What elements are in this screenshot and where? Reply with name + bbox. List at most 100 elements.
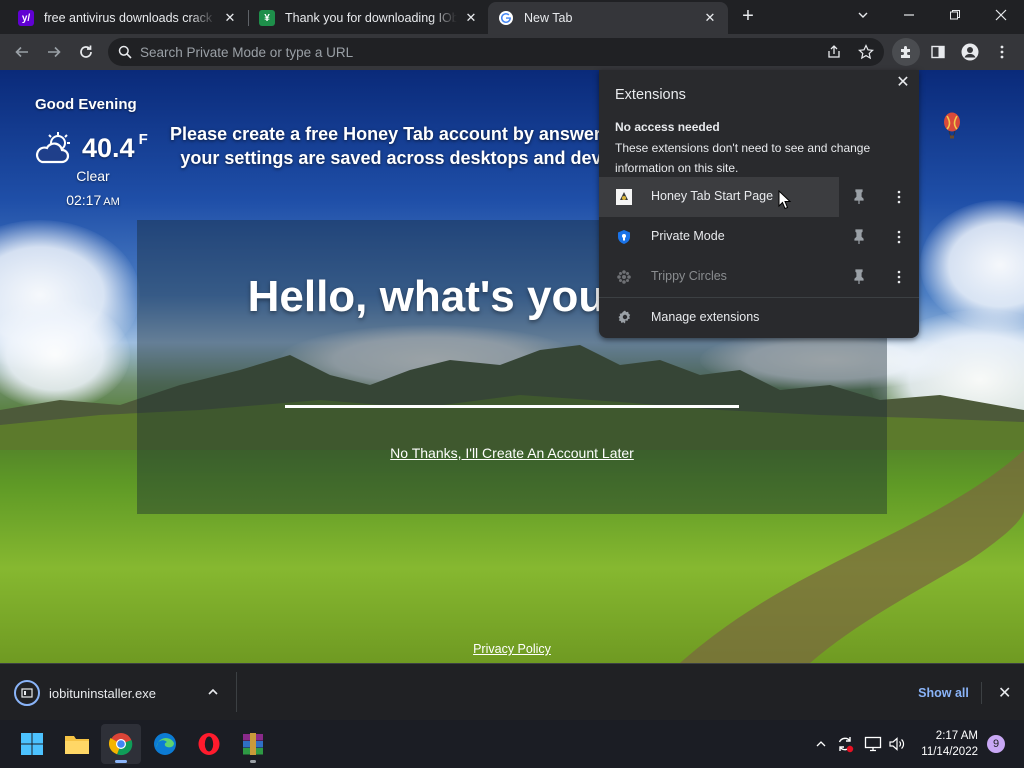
tab-new-tab[interactable]: New Tab ✕	[488, 2, 728, 34]
chrome-menu-button[interactable]	[988, 38, 1016, 66]
windows-taskbar: 2:17 AM 11/14/2022 9	[0, 720, 1024, 768]
temperature-unit: F	[138, 130, 148, 148]
honey-tab-icon	[616, 189, 632, 205]
softpedia-icon: ¥	[259, 10, 275, 26]
start-button[interactable]	[12, 724, 52, 764]
taskbar-time: 2:17 AM	[935, 730, 978, 742]
trippy-circles-icon	[617, 270, 631, 284]
profile-button[interactable]	[956, 38, 984, 66]
greeting-text: Good Evening	[35, 96, 137, 113]
mouse-cursor-icon	[778, 190, 792, 210]
reload-button[interactable]	[72, 38, 100, 66]
yahoo-icon: y/	[18, 10, 34, 26]
extensions-section-heading: No access needed	[615, 120, 720, 134]
folder-icon	[65, 736, 89, 754]
edge-taskbar-button[interactable]	[145, 724, 185, 764]
manage-extensions-label: Manage extensions	[651, 310, 760, 324]
tab-search-chevron-icon[interactable]	[840, 0, 886, 30]
extension-item-trippy-circles[interactable]: Trippy Circles	[599, 257, 919, 297]
edge-icon	[154, 733, 176, 755]
forward-button[interactable]	[40, 38, 68, 66]
download-separator	[236, 672, 237, 712]
chrome-taskbar-button[interactable]	[101, 724, 141, 764]
download-bar: iobituninstaller.exe Show all ✕	[0, 663, 1024, 720]
bookmark-star-icon[interactable]	[858, 44, 874, 65]
clock-time: 02:17	[66, 192, 102, 208]
tab-title: Thank you for downloading IObit Uninstal…	[285, 11, 457, 25]
volume-icon[interactable]	[886, 732, 908, 756]
tab-yahoo[interactable]: y/ free antivirus downloads crack - Yaho…	[8, 2, 248, 34]
windows-logo-icon	[21, 733, 43, 755]
google-icon	[498, 10, 514, 26]
extension-label: Honey Tab Start Page	[651, 189, 774, 203]
extension-item-honey-tab[interactable]: Honey Tab Start Page	[599, 177, 919, 217]
gear-icon	[618, 310, 631, 324]
puzzle-icon	[901, 46, 910, 58]
restore-button[interactable]	[932, 0, 978, 30]
new-tab-button[interactable]: +	[736, 5, 760, 29]
private-mode-icon	[618, 230, 630, 244]
show-hidden-icons-chevron-icon[interactable]	[810, 732, 832, 756]
close-window-button[interactable]	[978, 0, 1024, 30]
browser-toolbar	[0, 34, 1024, 70]
close-tab-icon[interactable]: ✕	[222, 10, 238, 26]
more-options-icon[interactable]	[892, 189, 906, 205]
notification-badge[interactable]: 9	[987, 735, 1005, 753]
tab-strip: y/ free antivirus downloads crack - Yaho…	[0, 0, 1024, 34]
side-panel-button[interactable]	[924, 38, 952, 66]
chevron-up-icon[interactable]	[206, 685, 220, 699]
winrar-taskbar-button[interactable]	[233, 724, 273, 764]
manage-extensions-item[interactable]: Manage extensions	[599, 298, 919, 338]
name-input[interactable]	[285, 405, 739, 408]
close-tab-icon[interactable]: ✕	[463, 10, 479, 26]
search-icon	[118, 45, 132, 59]
clock-widget: 02:17 AM	[40, 192, 146, 208]
extension-item-private-mode[interactable]: Private Mode	[599, 217, 919, 257]
extensions-button[interactable]	[892, 38, 920, 66]
hot-air-balloon-icon	[944, 112, 960, 139]
more-options-icon[interactable]	[892, 229, 906, 245]
download-filename: iobituninstaller.exe	[49, 685, 156, 701]
close-download-bar-icon[interactable]: ✕	[998, 683, 1011, 703]
chrome-icon	[109, 733, 133, 756]
temperature: 40.4	[82, 132, 135, 163]
pin-icon[interactable]	[852, 229, 866, 245]
pin-icon[interactable]	[852, 189, 866, 205]
address-bar[interactable]	[108, 38, 884, 66]
download-item[interactable]: iobituninstaller.exe	[14, 679, 224, 707]
show-all-downloads-button[interactable]: Show all	[914, 682, 982, 704]
more-options-icon[interactable]	[892, 269, 906, 285]
extensions-menu: Extensions ✕ No access needed These exte…	[599, 70, 919, 338]
close-tab-icon[interactable]: ✕	[702, 10, 718, 26]
taskbar-date: 11/14/2022	[921, 746, 978, 758]
tab-iobit[interactable]: ¥ Thank you for downloading IObit Uninst…	[249, 2, 489, 34]
extension-label: Trippy Circles	[651, 269, 727, 283]
avatar	[961, 43, 979, 61]
opera-taskbar-button[interactable]	[189, 724, 229, 764]
partly-cloudy-night-icon	[35, 132, 70, 164]
network-icon[interactable]	[862, 732, 884, 756]
installer-file-icon	[14, 680, 40, 706]
omnibox-input[interactable]	[140, 44, 884, 60]
no-thanks-link[interactable]: No Thanks, I'll Create An Account Later	[137, 445, 887, 461]
close-icon[interactable]: ✕	[894, 74, 912, 92]
extensions-section-description: These extensions don't need to see and c…	[615, 141, 871, 175]
winrar-icon	[243, 733, 263, 755]
file-explorer-button[interactable]	[57, 724, 97, 764]
weather-widget: 40.4 F	[34, 128, 164, 168]
clock-ampm: AM	[103, 196, 120, 208]
pin-icon[interactable]	[852, 269, 866, 285]
weather-condition: Clear	[76, 168, 110, 184]
tab-title: New Tab	[524, 11, 573, 25]
share-icon[interactable]	[826, 44, 842, 65]
extension-label: Private Mode	[651, 229, 725, 243]
privacy-policy-link[interactable]: Privacy Policy	[460, 642, 564, 656]
active-indicator	[115, 760, 127, 763]
update-sync-icon[interactable]	[834, 732, 856, 756]
opera-icon	[198, 733, 220, 755]
back-button[interactable]	[8, 38, 36, 66]
extensions-menu-title: Extensions	[615, 87, 686, 103]
minimize-button[interactable]	[886, 0, 932, 30]
taskbar-clock[interactable]: 2:17 AM 11/14/2022	[918, 728, 978, 760]
running-indicator	[250, 760, 256, 763]
